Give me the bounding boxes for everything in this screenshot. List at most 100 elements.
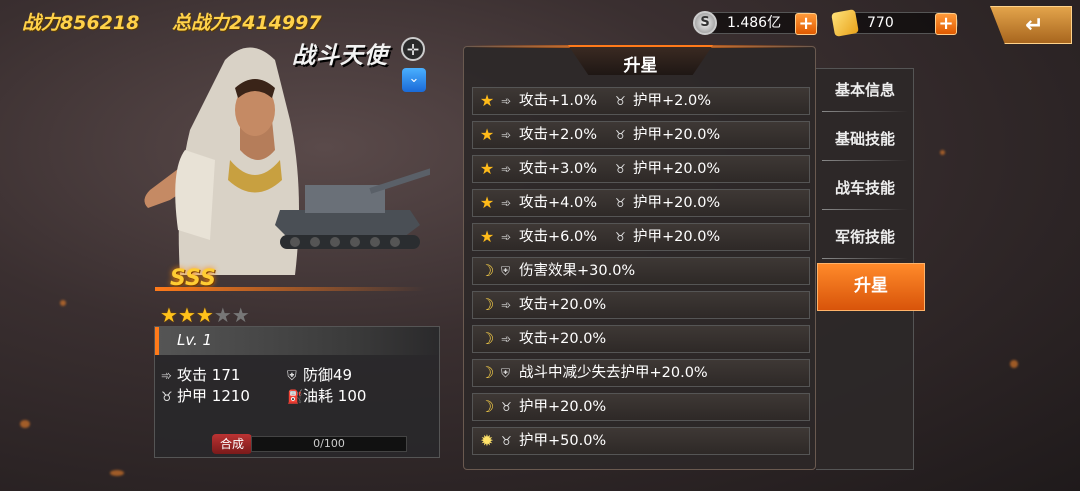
moon-tier-icon: ☽: [479, 261, 495, 280]
panel-title: 升星: [623, 56, 658, 76]
effect-icon: ➾: [501, 196, 512, 210]
effect-text: 攻击+20.0%: [519, 297, 607, 313]
star-tier-icon: ★: [479, 91, 495, 110]
star-bonus-row: ☽ ♉ 护甲+20.0%: [472, 393, 810, 421]
total-combat-power: 总战力2414997: [172, 8, 322, 35]
hero-stats-panel: Lv. 1 ➾ 攻击 171 ⛨ 防御49 ♉ 护甲 1210 ⛽油耗 100 合成 …: [154, 326, 441, 458]
star-tier-icon: ★: [479, 227, 495, 246]
bonus-effect: ➾ 攻击+4.0%: [501, 190, 597, 216]
hero-portrait: [144, 47, 430, 275]
moon-tier-icon: ☽: [479, 397, 495, 416]
hero-grade: SSS: [170, 266, 216, 291]
merge-button[interactable]: 合成: [212, 434, 252, 454]
tab-rank-skills[interactable]: 军衔技能: [816, 215, 914, 261]
effect-icon: ➾: [501, 128, 512, 142]
effect-icon: ⛨: [501, 264, 511, 278]
ember-particle: [110, 470, 124, 476]
moon-tier-icon: ☽: [479, 329, 495, 348]
star-bonus-row: ★ ➾ 攻击+2.0% ♉ 护甲+20.0%: [472, 121, 810, 149]
armor-label: 护甲: [177, 387, 208, 405]
gold-ingot-icon: [831, 9, 859, 37]
attack-label: 攻击: [177, 366, 208, 384]
stat-fuel: ⛽油耗 100: [287, 385, 366, 406]
effect-icon: ➾: [501, 298, 512, 312]
gold-amount: 770: [867, 15, 894, 31]
attack-value: 171: [211, 366, 241, 384]
star-empty-icon: ★: [213, 303, 232, 327]
effect-text: 护甲+50.0%: [519, 433, 607, 449]
hero-name: 战斗天使: [292, 43, 388, 69]
effect-text: 护甲+20.0%: [519, 399, 607, 415]
effect-icon: ♉: [615, 162, 626, 176]
ember-particle: [940, 150, 945, 155]
effect-text: 攻击+2.0%: [519, 127, 597, 143]
total-power-value: 2414997: [229, 12, 322, 34]
armor-value: 1210: [211, 387, 250, 405]
effect-icon: ♉: [615, 94, 626, 108]
tab-basic-info[interactable]: 基本信息: [816, 68, 914, 114]
bonus-effect: ♉ 护甲+20.0%: [615, 224, 720, 250]
effect-text: 攻击+20.0%: [519, 331, 607, 347]
fuel-label: 油耗: [303, 387, 334, 405]
effect-text: 护甲+20.0%: [633, 229, 721, 245]
star-filled-icon: ★: [195, 303, 214, 327]
star-bonus-row: ★ ➾ 攻击+3.0% ♉ 护甲+20.0%: [472, 155, 810, 183]
effect-text: 护甲+20.0%: [633, 195, 721, 211]
effect-icon: ➾: [501, 332, 512, 346]
star-filled-icon: ★: [177, 303, 196, 327]
stat-armor: ♉ 护甲 1210: [161, 385, 250, 406]
bonus-effect: ♉ 护甲+20.0%: [501, 394, 606, 420]
tab-basic-skills[interactable]: 基础技能: [816, 117, 914, 163]
star-upgrade-panel: 升星 ★ ➾ 攻击+1.0% ♉ 护甲+2.0% ★ ➾ 攻击+2.0% ♉ 护甲+20.0% ★ ➾…: [463, 45, 817, 470]
ember-particle: [60, 300, 66, 306]
star-bonus-row: ☽ ➾ 攻击+20.0%: [472, 325, 810, 353]
level-strip: Lv. 1: [155, 327, 441, 355]
effect-icon: ➾: [501, 230, 512, 244]
effect-icon: ♉: [615, 230, 626, 244]
star-bonus-row: ★ ➾ 攻击+6.0% ♉ 护甲+20.0%: [472, 223, 810, 251]
gold-resource: 770 +: [831, 9, 958, 37]
star-tier-icon: ★: [479, 125, 495, 144]
effect-icon: ♉: [501, 400, 512, 414]
combat-power: 战力856218: [22, 8, 139, 35]
merge-progress-bar: 0/100: [251, 436, 407, 452]
effect-icon: ➾: [501, 94, 512, 108]
crosshair-badge-icon[interactable]: ✛: [401, 37, 425, 61]
rank-chevron-icon[interactable]: ⌄: [402, 68, 426, 92]
effect-text: 护甲+2.0%: [633, 93, 711, 109]
ember-particle: [20, 420, 30, 428]
tab-label: 基础技能: [834, 130, 895, 148]
bonus-effect: ♉ 护甲+2.0%: [615, 88, 711, 114]
add-gold-button[interactable]: +: [935, 13, 957, 35]
effect-icon: ♉: [615, 196, 626, 210]
bonus-effect: ♉ 护甲+20.0%: [615, 190, 720, 216]
back-arrow-icon: ↵: [1025, 13, 1044, 38]
back-button[interactable]: ↵: [990, 6, 1072, 44]
bonus-effect: ♉ 护甲+50.0%: [501, 428, 606, 454]
sun-tier-icon: ✹: [480, 431, 494, 450]
effect-icon: ♉: [501, 434, 512, 448]
stat-attack: ➾ 攻击 171: [161, 364, 240, 385]
star-bonus-row: ☽ ⛨ 伤害效果+30.0%: [472, 257, 810, 285]
fuel-can-icon: ⛽: [287, 390, 304, 405]
star-empty-icon: ★: [231, 303, 250, 327]
tab-label: 军衔技能: [834, 228, 895, 246]
tab-label: 基本信息: [834, 81, 895, 99]
tab-tank-skills[interactable]: 战车技能: [816, 166, 914, 212]
moon-tier-icon: ☽: [479, 363, 495, 382]
defense-value: 49: [333, 366, 353, 384]
effect-text: 护甲+20.0%: [633, 127, 721, 143]
effect-text: 战斗中减少失去护甲+20.0%: [519, 365, 708, 381]
star-bonus-row: ☽ ⛨ 战斗中减少失去护甲+20.0%: [472, 359, 810, 387]
tab-star-up[interactable]: 升星: [817, 263, 925, 311]
bonus-effect: ➾ 攻击+2.0%: [501, 122, 597, 148]
tab-label: 战车技能: [834, 179, 895, 197]
bonus-effect: ➾ 攻击+20.0%: [501, 292, 606, 318]
add-silver-button[interactable]: +: [795, 13, 817, 35]
effect-icon: ➾: [501, 162, 512, 176]
panel-header: 升星: [568, 45, 713, 75]
bonus-effect: ➾ 攻击+1.0%: [501, 88, 597, 114]
bonus-effect: ➾ 攻击+3.0%: [501, 156, 597, 182]
star-bonus-row: ☽ ➾ 攻击+20.0%: [472, 291, 810, 319]
armor-icon: ♉: [161, 390, 173, 405]
